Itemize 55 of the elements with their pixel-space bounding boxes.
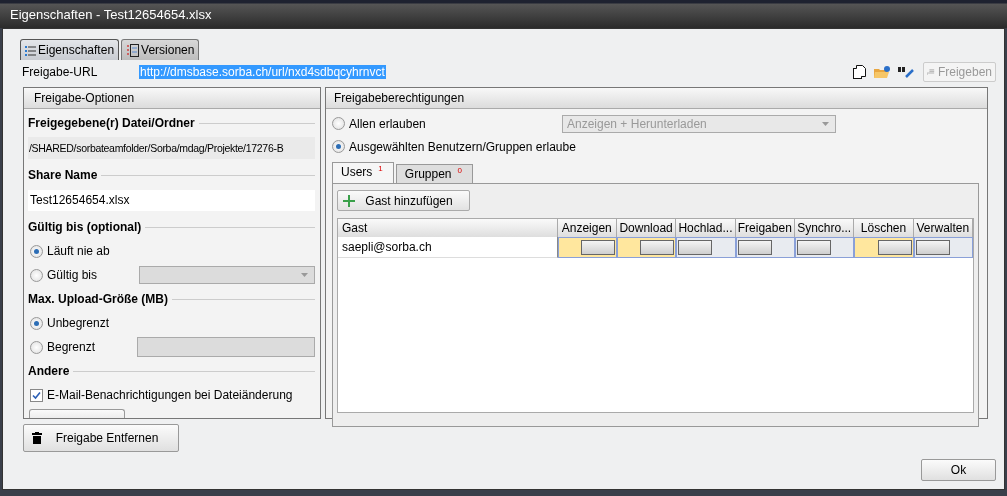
count-label: 0 (457, 165, 462, 177)
add-guest-button[interactable]: Gast hinzufügen (337, 190, 470, 211)
checkbox[interactable] (30, 388, 43, 402)
versions-icon (126, 43, 140, 57)
section-heading: Andere (28, 364, 70, 378)
column-header[interactable]: Hochlad... (676, 219, 736, 237)
column-header[interactable]: Anzeigen (557, 219, 617, 237)
trash-icon (32, 432, 42, 444)
column-header[interactable]: Verwalten (913, 219, 973, 237)
section-heading: Share Name (28, 168, 98, 182)
share-name-field[interactable]: Test12654654.xlsx (28, 190, 315, 211)
tab[interactable]: Versionen (121, 39, 200, 60)
radio-button[interactable] (332, 117, 345, 130)
folder-icon[interactable] (874, 65, 890, 79)
file-path-field: /SHARED/sorbateamfolder/Sorba/mdag/Projekte/17276-B (28, 137, 315, 159)
column-header[interactable]: Gast (338, 219, 558, 237)
ok-button[interactable]: Ok (921, 459, 996, 481)
column-header[interactable]: Download (616, 219, 677, 237)
checkbox-label: E-Mail-Benachrichtigungen bei Dateiänderung (47, 388, 293, 402)
permission-toggle[interactable] (617, 238, 676, 257)
panel-title: Freigabeberechtigungen (326, 88, 987, 109)
radio-button[interactable] (30, 244, 43, 258)
radio-label: Allen erlauben (349, 116, 426, 131)
radio-button[interactable] (30, 340, 43, 354)
permission-toggle[interactable] (855, 238, 913, 257)
tab[interactable]: Gruppen $^{0}$ (395, 164, 473, 183)
permission-toggle[interactable] (558, 238, 616, 257)
window-title: Eigenschaften - Test12654654.xlsx (0, 0, 1007, 28)
column-header[interactable]: Freigaben (735, 219, 795, 237)
column-header[interactable]: Synchro... (794, 219, 855, 237)
section-heading: Freigegebene(r) Datei/Ordner (28, 116, 195, 130)
radio-label: Unbegrenzt (47, 316, 110, 330)
copy-icon[interactable] (853, 65, 866, 79)
caret-icon (301, 273, 308, 277)
section-heading: Gültig bis (optional) (28, 220, 142, 234)
radio-label: Läuft nie ab (47, 244, 110, 258)
column-header[interactable]: Löschen (854, 219, 914, 237)
size-input-field[interactable] (137, 337, 315, 357)
tab[interactable]: Users $^{1}$ (332, 162, 394, 183)
list-icon (25, 44, 36, 56)
panel-title: Freigabe-Optionen (24, 88, 320, 109)
radio-label: Gültig bis (47, 268, 98, 282)
section-heading: Max. Upload-Größe (MB) (28, 292, 168, 306)
remove-share-button[interactable]: Freigabe Entfernen (23, 424, 179, 452)
radio-label: Ausgewählten Benutzern/Gruppen erlaube (349, 139, 576, 154)
caret-icon (822, 121, 829, 126)
radio-label: Begrenzt (47, 340, 96, 354)
tab[interactable]: Eigenschaften (20, 39, 120, 60)
radio-button[interactable] (30, 316, 43, 330)
radio-button[interactable] (332, 140, 345, 153)
plus-icon (343, 194, 355, 207)
url-label: Freigabe-URL (21, 65, 99, 79)
table-cell: saepli@sorba.ch (338, 237, 558, 258)
count-label: 1 (378, 163, 383, 175)
radio-button[interactable] (30, 268, 43, 282)
